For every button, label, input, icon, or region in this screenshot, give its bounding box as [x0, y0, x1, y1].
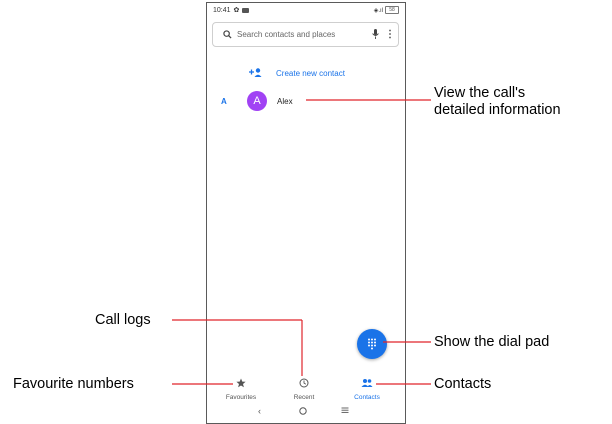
callout-favourites: Favourite numbers [13, 376, 134, 392]
callout-dial-pad: Show the dial pad [434, 334, 550, 350]
callout-call-details-line1: View the call's [434, 85, 526, 101]
callout-call-details: View the call's detailed information [434, 85, 561, 119]
callout-contacts: Contacts [434, 376, 492, 392]
callout-call-details-line2: detailed information [434, 102, 561, 118]
callout-lines [172, 99, 431, 385]
callout-call-logs: Call logs [95, 312, 151, 328]
